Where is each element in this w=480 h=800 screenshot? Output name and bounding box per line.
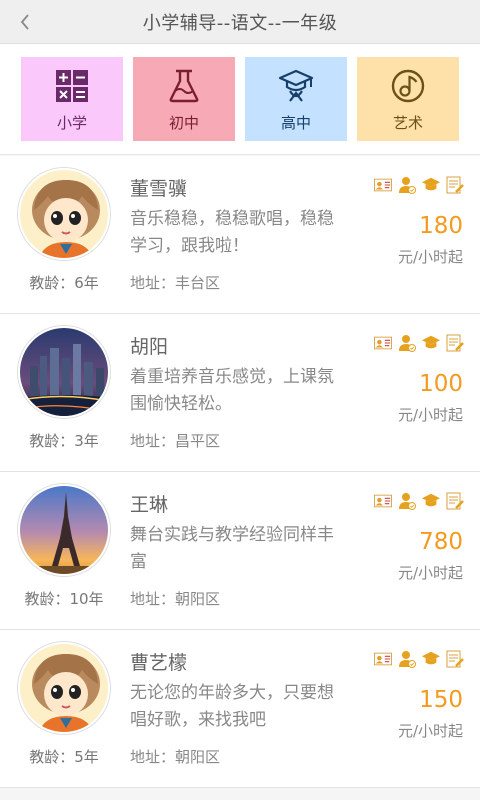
teaching-years: 教龄：3年 bbox=[29, 432, 99, 450]
category-label: 初中 bbox=[168, 114, 199, 132]
graduation-cap-icon bbox=[422, 177, 440, 193]
cartoon-girl-avatar bbox=[20, 644, 108, 732]
price-value: 100 bbox=[419, 371, 463, 397]
teacher-list: 教龄：6年 董雪骥 音乐稳稳，稳稳歌唱，稳稳学习，跟我啦！ 地址：丰台区 180… bbox=[0, 156, 480, 788]
graduation-cap-icon bbox=[422, 493, 440, 509]
category-label: 小学 bbox=[56, 114, 87, 132]
back-button[interactable] bbox=[12, 8, 38, 36]
teacher-description: 舞台实践与教学经验同样丰富 bbox=[130, 525, 334, 572]
graduation-cap-icon bbox=[422, 651, 440, 667]
price-unit: 元/小时起 bbox=[397, 248, 463, 266]
cartoon-girl-avatar bbox=[20, 170, 108, 258]
avatar bbox=[18, 484, 110, 576]
badge-group bbox=[374, 334, 464, 352]
teacher-row[interactable]: 教龄：5年 曹艺檬 无论您的年龄多大，只要想唱好歌，来找我吧 地址：朝阳区 15… bbox=[0, 630, 480, 788]
teaching-years: 教龄：5年 bbox=[29, 748, 99, 766]
chevron-left-icon bbox=[20, 14, 29, 30]
teacher-name: 王琳 bbox=[130, 494, 169, 516]
verified-user-icon bbox=[398, 651, 416, 668]
eiffel-tower-avatar bbox=[20, 486, 108, 574]
flask-icon bbox=[166, 68, 202, 104]
id-card-icon bbox=[374, 651, 392, 667]
badge-group bbox=[374, 176, 464, 194]
category-primary[interactable]: 小学 bbox=[21, 57, 123, 141]
certificate-icon bbox=[446, 176, 464, 194]
verified-user-icon bbox=[398, 177, 416, 194]
verified-user-icon bbox=[398, 335, 416, 352]
category-label: 高中 bbox=[280, 114, 311, 132]
teacher-address: 地址：朝阳区 bbox=[130, 748, 221, 766]
city-night-avatar bbox=[20, 328, 108, 416]
certificate-icon bbox=[446, 650, 464, 668]
certificate-icon bbox=[446, 334, 464, 352]
calculator-icon bbox=[54, 68, 90, 104]
price-value: 180 bbox=[419, 213, 463, 239]
teacher-name: 胡阳 bbox=[130, 336, 169, 358]
price-unit: 元/小时起 bbox=[397, 406, 463, 424]
price-unit: 元/小时起 bbox=[397, 564, 463, 582]
badge-group bbox=[374, 492, 464, 510]
teacher-description: 着重培养音乐感觉，上课氛围愉快轻松。 bbox=[130, 367, 334, 414]
teacher-name: 董雪骥 bbox=[130, 178, 188, 200]
price-value: 780 bbox=[419, 529, 463, 555]
price-value: 150 bbox=[419, 687, 463, 713]
certificate-icon bbox=[446, 492, 464, 510]
teacher-row[interactable]: 教龄：10年 王琳 舞台实践与教学经验同样丰富 地址：朝阳区 780 元/小时起 bbox=[0, 472, 480, 630]
category-bar: 小学 初中 高中 艺术 bbox=[0, 44, 480, 155]
avatar bbox=[18, 168, 110, 260]
teacher-description: 无论您的年龄多大，只要想唱好歌，来找我吧 bbox=[130, 683, 334, 730]
teacher-address: 地址：昌平区 bbox=[130, 432, 221, 450]
teacher-address: 地址：朝阳区 bbox=[130, 590, 221, 608]
id-card-icon bbox=[374, 177, 392, 193]
teaching-years: 教龄：10年 bbox=[24, 590, 104, 608]
badge-group bbox=[374, 650, 464, 668]
teaching-years: 教龄：6年 bbox=[29, 274, 99, 292]
graduation-cap-icon bbox=[422, 335, 440, 351]
music-note-icon bbox=[390, 68, 426, 104]
price-unit: 元/小时起 bbox=[397, 722, 463, 740]
teacher-row[interactable]: 教龄：6年 董雪骥 音乐稳稳，稳稳歌唱，稳稳学习，跟我啦！ 地址：丰台区 180… bbox=[0, 156, 480, 314]
category-junior[interactable]: 初中 bbox=[133, 57, 235, 141]
teacher-description: 音乐稳稳，稳稳歌唱，稳稳学习，跟我啦！ bbox=[130, 209, 334, 256]
avatar bbox=[18, 326, 110, 418]
top-bar: 小学辅导--语文--一年级 bbox=[0, 0, 480, 44]
teacher-row[interactable]: 教龄：3年 胡阳 着重培养音乐感觉，上课氛围愉快轻松。 地址：昌平区 100 元… bbox=[0, 314, 480, 472]
category-label: 艺术 bbox=[392, 114, 423, 132]
page-title: 小学辅导--语文--一年级 bbox=[142, 12, 338, 34]
avatar bbox=[18, 642, 110, 734]
verified-user-icon bbox=[398, 493, 416, 510]
id-card-icon bbox=[374, 493, 392, 509]
id-card-icon bbox=[374, 335, 392, 351]
teacher-name: 曹艺檬 bbox=[130, 652, 188, 674]
category-art[interactable]: 艺术 bbox=[357, 57, 459, 141]
category-senior[interactable]: 高中 bbox=[245, 57, 347, 141]
graduation-cap-icon bbox=[278, 68, 314, 104]
teacher-address: 地址：丰台区 bbox=[130, 274, 221, 292]
